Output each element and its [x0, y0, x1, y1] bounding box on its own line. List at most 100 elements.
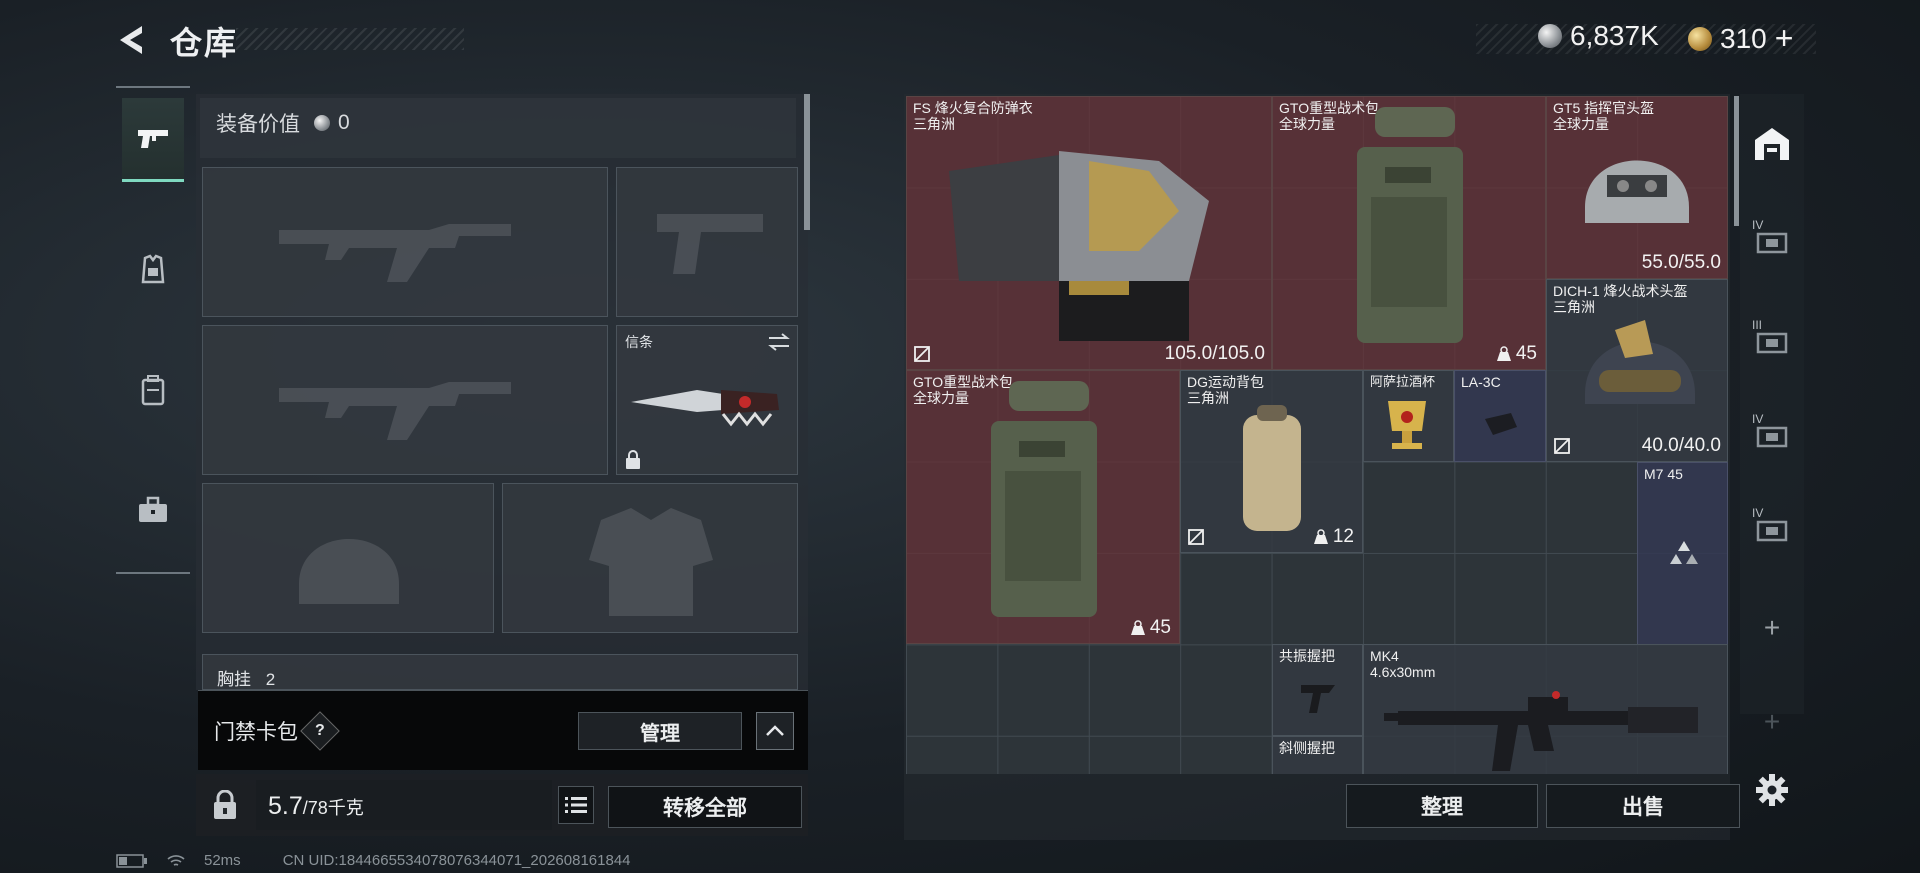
storage-tab-3[interactable]: IV	[1750, 412, 1794, 458]
melee-slot[interactable]: 信条	[616, 325, 798, 475]
storage-tab-1[interactable]: IV	[1750, 218, 1794, 264]
storage-item-mk4-rifle[interactable]: MK4 4.6x30mm	[1363, 644, 1728, 774]
weight-icon	[1313, 529, 1328, 544]
case-icon	[1756, 332, 1788, 354]
weight-max: /78千克	[302, 798, 364, 818]
loadout-scrollbar[interactable]	[804, 94, 810, 230]
tab-case[interactable]	[122, 468, 184, 552]
add-gold-button[interactable]: +	[1775, 20, 1794, 57]
case-icon	[1756, 426, 1788, 448]
body-armor-slot[interactable]	[502, 483, 798, 633]
transfer-all-button[interactable]: 转移全部	[608, 786, 802, 828]
list-icon	[565, 797, 587, 813]
status-footer: 52ms CN UID:18446655340780763440​71_2026…	[116, 852, 631, 869]
weight-current: 5.7	[268, 792, 303, 820]
silver-amount: 6,837K	[1570, 20, 1659, 51]
storage-item-dich-helmet[interactable]: DICH-1 烽火战术头盔 三角洲 40.0/40.0	[1546, 279, 1728, 462]
gold-currency[interactable]: 310 +	[1688, 20, 1793, 57]
weight-lock-button[interactable]	[204, 780, 246, 830]
body-armor-icon	[949, 151, 1209, 341]
storage-tab-2[interactable]: III	[1750, 318, 1794, 364]
helmet-icon	[1585, 320, 1695, 404]
access-card-pack: 门禁卡包 ?	[214, 711, 340, 751]
item-name: 共振握把	[1279, 648, 1335, 664]
armor-silhouette-icon	[589, 508, 713, 616]
rifle-icon	[1384, 691, 1698, 771]
title-decoration	[236, 28, 464, 50]
tab-weapons[interactable]	[122, 98, 184, 182]
weight-icon	[1496, 346, 1511, 361]
rail-top-line	[116, 86, 190, 88]
gold-amount: 310	[1720, 22, 1767, 54]
storage-item-m7-45[interactable]: M7 45	[1637, 462, 1728, 645]
primary-weapon-slot[interactable]	[202, 167, 608, 317]
gold-coin-icon	[1688, 26, 1712, 51]
sell-button[interactable]: 出售	[1546, 784, 1740, 828]
item-name: M7 45	[1644, 466, 1683, 482]
carry-weight: 5.7/78千克	[268, 792, 364, 821]
storage-item-la-3c[interactable]: LA-3C	[1454, 370, 1546, 462]
vest-icon	[141, 254, 165, 284]
item-durability: 105.0/105.0	[1164, 343, 1265, 364]
sort-button[interactable]: 整理	[1346, 784, 1538, 828]
item-capacity: 45	[1496, 343, 1537, 365]
manage-button[interactable]: 管理	[578, 712, 742, 750]
chevron-up-icon	[766, 725, 784, 736]
item-capacity: 45	[1130, 617, 1171, 639]
item-name: 阿萨拉酒杯	[1370, 374, 1436, 389]
item-name: 斜侧握把	[1279, 740, 1335, 756]
page-title: 仓库	[170, 25, 239, 61]
storage-item-angled-grip[interactable]: 斜侧握把	[1272, 736, 1363, 774]
lock-icon	[626, 450, 640, 469]
storage-item-gto-backpack[interactable]: GTO重型战术包 全球力量 45	[1272, 96, 1546, 370]
secondary-weapon-slot[interactable]	[202, 325, 608, 475]
storage-item-gto-backpack[interactable]: GTO重型战术包 全球力量 45	[906, 370, 1180, 644]
grip-icon	[1301, 685, 1335, 713]
add-storage-button[interactable]: +	[1750, 606, 1794, 650]
equipment-value: 装备价值 0	[216, 108, 350, 138]
pistol-icon	[138, 129, 168, 148]
backpack-icon	[141, 375, 165, 406]
sidearm-slot[interactable]	[616, 167, 798, 317]
add-storage-button-disabled: +	[1763, 706, 1781, 737]
storage-main-tab[interactable]	[1750, 122, 1794, 166]
briefcase-icon	[139, 496, 167, 522]
item-name: LA-3C	[1461, 374, 1501, 390]
list-view-button[interactable]	[558, 786, 594, 824]
helmet-slot[interactable]	[202, 483, 494, 633]
chest-rig-row[interactable]: 胸挂 2	[202, 654, 798, 690]
ammo-pyramid-icon	[1670, 541, 1698, 564]
help-icon[interactable]: ?	[300, 711, 340, 751]
swap-icon[interactable]	[767, 332, 791, 352]
wifi-icon	[167, 854, 185, 866]
goblet-icon	[1388, 401, 1426, 449]
item-durability: 55.0/55.0	[1641, 252, 1721, 273]
helmet-silhouette-icon	[299, 539, 399, 604]
storage-tab-4[interactable]: IV	[1750, 506, 1794, 552]
case-icon	[1756, 520, 1788, 542]
item-name: FS 烽火复合防弹衣 三角洲	[913, 100, 1033, 132]
back-button[interactable]	[112, 20, 152, 60]
backpack-icon	[1357, 107, 1463, 343]
storage-item-gt5-helmet[interactable]: GT5 指挥官头盔 全球力量 55.0/55.0	[1546, 96, 1728, 279]
melee-slot-label: 信条	[625, 334, 653, 350]
item-name: DG运动背包 三角洲	[1187, 374, 1264, 406]
weight-icon	[1130, 620, 1145, 635]
storage-grid[interactable]: FS 烽火复合防弹衣 三角洲 105.0/105.0 GTO重型战术包 全球力量…	[906, 96, 1728, 774]
silver-coin-icon	[1538, 24, 1562, 48]
equipment-value-label: 装备价值	[216, 113, 300, 136]
battery-icon	[116, 853, 147, 868]
item-durability: 40.0/40.0	[1641, 435, 1721, 456]
storage-item-fs-armor[interactable]: FS 烽火复合防弹衣 三角洲 105.0/105.0	[906, 96, 1272, 370]
settings-button[interactable]	[1750, 768, 1794, 812]
collapse-button[interactable]	[756, 712, 794, 750]
rifle-silhouette-icon	[279, 224, 511, 282]
tab-armor[interactable]	[122, 228, 184, 312]
storage-scrollbar[interactable]	[1734, 96, 1739, 226]
storage-item-dg-backpack[interactable]: DG运动背包 三角洲 12	[1180, 370, 1363, 553]
chest-rig-label: 胸挂 2	[217, 670, 276, 689]
storage-item-resonance-grip[interactable]: 共振握把	[1272, 644, 1363, 736]
uid: CN UID:18446655340780763440​71_202608161…	[282, 852, 631, 869]
tab-backpack[interactable]	[122, 348, 184, 432]
storage-item-wine-cup[interactable]: 阿萨拉酒杯	[1363, 370, 1454, 462]
